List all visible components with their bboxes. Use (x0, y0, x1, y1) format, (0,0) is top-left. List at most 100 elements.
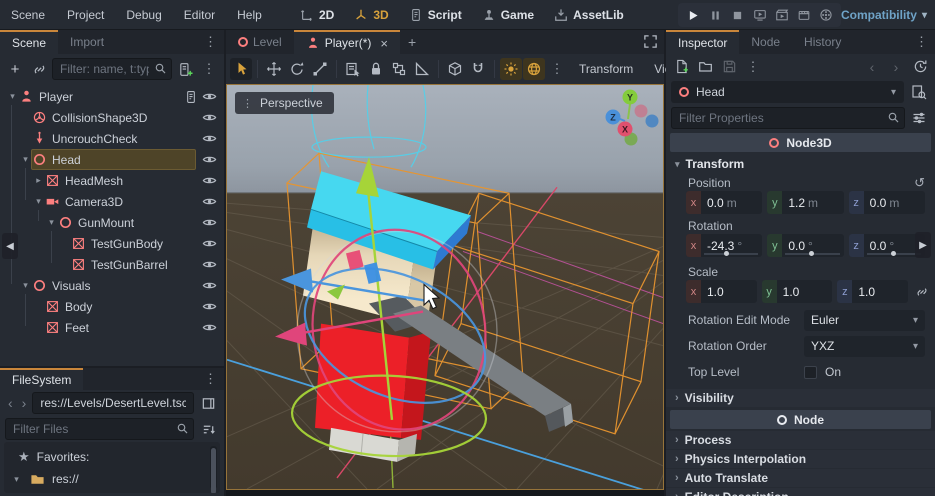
history-back-icon[interactable]: ‹ (861, 56, 883, 78)
scene-tree-row-feet[interactable]: Feet (0, 317, 224, 338)
workspace-assetlib-button[interactable]: AssetLib (554, 8, 624, 22)
local-space-button[interactable] (444, 58, 466, 80)
res-root-item[interactable]: ▾ res:// (4, 468, 220, 490)
viewport-canvas[interactable]: ⋮ Perspective Y Z X (226, 84, 664, 490)
chevron-down-icon[interactable]: ▾ (10, 474, 23, 485)
tab-scene[interactable]: Scene (0, 30, 59, 54)
current-path-input[interactable] (32, 392, 194, 414)
snap-button[interactable] (467, 58, 489, 80)
rotation-edit-mode-dropdown[interactable]: Euler ▾ (804, 309, 925, 331)
select-tool-button[interactable] (230, 58, 252, 80)
visibility-eye-icon[interactable] (202, 299, 217, 314)
split-view-icon[interactable] (197, 392, 219, 414)
scene-tree-row-headmesh[interactable]: ▸ HeadMesh (0, 170, 224, 191)
stop-button[interactable] (729, 7, 746, 24)
position-z-field[interactable]: z 0.0 m (848, 191, 925, 214)
scene-tree-row-head[interactable]: ▾ Head (0, 149, 224, 170)
group-button[interactable] (388, 58, 410, 80)
move-tool-button[interactable] (263, 58, 285, 80)
visibility-eye-icon[interactable] (202, 173, 217, 188)
chevron-down-icon[interactable]: ▾ (32, 196, 45, 207)
preview-environment-button[interactable] (523, 58, 545, 80)
rotation-x-slider[interactable] (704, 251, 759, 256)
group-visibility[interactable]: › Visibility (666, 389, 935, 407)
transform-menu[interactable]: Transform (569, 62, 643, 76)
scene-tree-row-gunmount[interactable]: ▾ GunMount (0, 212, 224, 233)
link-scale-icon[interactable] (915, 285, 929, 299)
scale-y-field[interactable]: y 1.0 (761, 280, 833, 303)
rotate-tool-button[interactable] (286, 58, 308, 80)
revert-icon[interactable]: ↺ (914, 175, 925, 191)
chevron-down-icon[interactable]: ▾ (6, 91, 19, 102)
scene-tree-menu-icon[interactable]: ⋮ (198, 58, 220, 80)
lock-button[interactable] (365, 58, 387, 80)
rotation-x-field[interactable]: x -24.3 ° (686, 234, 763, 257)
rotation-y-slider[interactable] (785, 251, 840, 256)
axis-orientation-gizmo[interactable]: Y Z X (589, 88, 659, 148)
visibility-eye-icon[interactable] (202, 110, 217, 125)
tab-filesystem[interactable]: FileSystem (0, 368, 84, 390)
scene-tab-level[interactable]: Level (226, 30, 294, 54)
group-physics-interpolation[interactable]: › Physics Interpolation (666, 450, 935, 468)
rotation-z-slider[interactable] (866, 251, 921, 256)
filter-options-icon[interactable] (908, 107, 930, 129)
menu-editor[interactable]: Editor (173, 0, 226, 29)
viewport-menu-icon[interactable]: ⋮ (242, 97, 253, 110)
search-help-icon[interactable] (908, 81, 930, 103)
sort-files-icon[interactable] (197, 418, 219, 440)
position-x-field[interactable]: x 0.0 m (686, 191, 763, 214)
property-filter-input[interactable] (671, 106, 905, 129)
scene-tree-row-collisionshape3d[interactable]: CollisionShape3D (0, 107, 224, 128)
preview-sun-button[interactable] (500, 58, 522, 80)
visibility-eye-icon[interactable] (202, 131, 217, 146)
visibility-eye-icon[interactable] (202, 320, 217, 335)
visibility-eye-icon[interactable] (202, 152, 217, 167)
chevron-down-icon[interactable]: ▾ (45, 217, 58, 228)
scene-dock-menu-icon[interactable]: ⋮ (197, 34, 224, 50)
scale-x-field[interactable]: x 1.0 (686, 280, 757, 303)
distraction-free-icon[interactable] (643, 34, 658, 49)
chevron-down-icon[interactable]: ▾ (19, 280, 32, 291)
file-filter-input[interactable] (5, 418, 194, 440)
workspace-game-button[interactable]: Game (482, 8, 534, 22)
tab-history[interactable]: History (792, 30, 853, 54)
section-transform[interactable]: ▾ Transform (666, 154, 935, 174)
resource-menu-icon[interactable]: ⋮ (742, 56, 764, 78)
movie-maker-button[interactable] (817, 7, 834, 24)
projection-selector[interactable]: ⋮ Perspective (235, 92, 334, 114)
visibility-eye-icon[interactable] (202, 215, 217, 230)
group-auto-translate[interactable]: › Auto Translate (666, 469, 935, 487)
scene-tree-row-testgunbarrel[interactable]: TestGunBarrel (0, 254, 224, 275)
back-icon[interactable]: ‹ (5, 395, 16, 411)
chevron-right-icon[interactable]: ▸ (32, 175, 45, 186)
scene-tab-player[interactable]: Player(*) × (293, 30, 400, 54)
axis-z-negative-ball[interactable] (645, 114, 659, 128)
history-list-button[interactable] (909, 56, 931, 78)
group-process[interactable]: › Process (666, 431, 935, 449)
scene-tree-row-camera3d[interactable]: ▾ Camera3D (0, 191, 224, 212)
scene-tree-row-player[interactable]: ▾ Player (0, 86, 224, 107)
play-button[interactable] (685, 7, 702, 24)
menu-scene[interactable]: Scene (0, 0, 56, 29)
inspector-menu-icon[interactable]: ⋮ (908, 34, 935, 50)
script-badge-icon[interactable] (184, 90, 198, 104)
category-node[interactable]: Node (670, 410, 931, 429)
history-forward-icon[interactable]: › (885, 56, 907, 78)
scene-tree-row-visuals[interactable]: ▾ Visuals (0, 275, 224, 296)
rotation-z-field[interactable]: z 0.0 ° (848, 234, 925, 257)
tab-inspector[interactable]: Inspector (666, 30, 740, 54)
ruler-button[interactable] (411, 58, 433, 80)
group-editor-description[interactable]: › Editor Description (666, 488, 935, 496)
visibility-eye-icon[interactable] (202, 89, 217, 104)
scene-tree-row-testgunbody[interactable]: TestGunBody (0, 233, 224, 254)
scrollbar-thumb[interactable] (211, 448, 216, 493)
add-node-button[interactable]: + (4, 58, 26, 80)
scale-tool-button[interactable] (309, 58, 331, 80)
visibility-eye-icon[interactable] (202, 236, 217, 251)
play-custom-scene-button[interactable] (795, 7, 812, 24)
menu-help[interactable]: Help (226, 0, 273, 29)
forward-icon[interactable]: › (19, 395, 30, 411)
scale-z-field[interactable]: z 1.0 (837, 280, 909, 303)
scene-tree-row-uncrouchcheck[interactable]: UncrouchCheck (0, 128, 224, 149)
remote-debug-button[interactable] (751, 7, 768, 24)
